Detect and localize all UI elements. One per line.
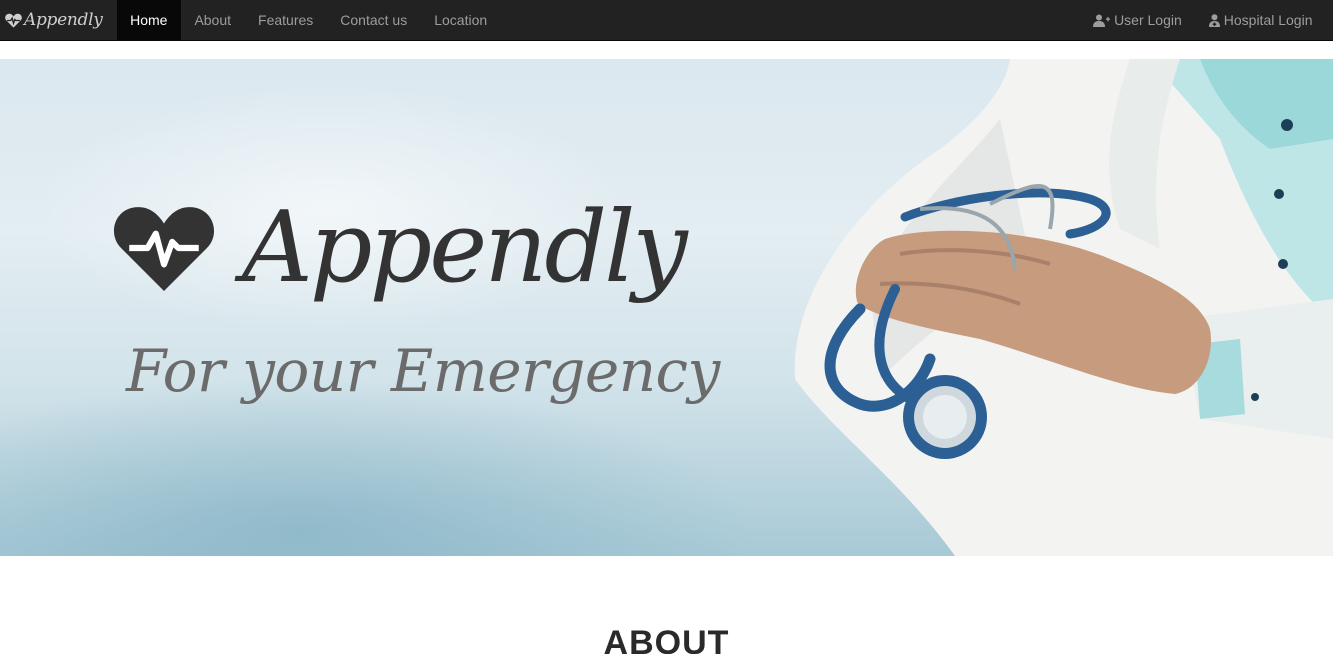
nav-features[interactable]: Features [245,0,327,40]
hospital-login-link[interactable]: Hospital Login [1195,0,1326,40]
hospital-login-label: Hospital Login [1223,12,1313,28]
top-navbar: Appendly Home About Features Contact us … [0,0,1333,41]
user-login-label: User Login [1114,12,1182,28]
about-heading: ABOUT [603,624,730,654]
nav-location[interactable]: Location [421,0,501,40]
heart-pulse-icon [112,203,216,293]
hero-title: Appendly [112,191,688,305]
hero-title-text: Appendly [242,191,688,305]
heart-pulse-icon [5,13,22,28]
nav-home[interactable]: Home [116,0,181,40]
user-login-link[interactable]: User Login [1080,0,1196,40]
hero-banner: Appendly For your Emergency [0,59,1333,556]
hero-subtitle: For your Emergency [126,337,720,405]
nav-about[interactable]: About [181,0,245,40]
brand-logo-link[interactable]: Appendly [0,0,117,40]
nav-contact[interactable]: Contact us [327,0,421,40]
user-plus-icon [1093,14,1111,27]
login-nav: User Login Hospital Login [1080,0,1333,40]
main-nav: Home About Features Contact us Location [116,0,501,40]
user-md-icon [1208,13,1220,27]
doctor-image [794,59,1333,556]
brand-name: Appendly [24,10,103,30]
